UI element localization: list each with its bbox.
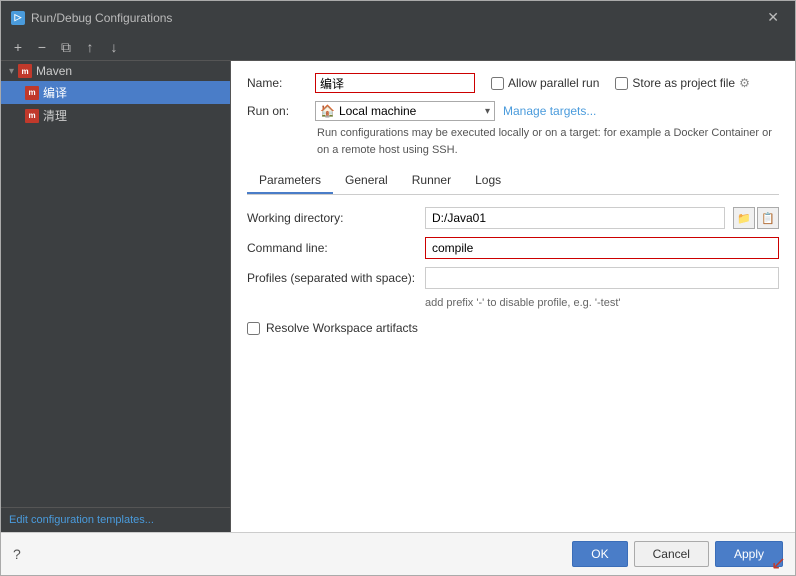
title-bar-left: ▷ Run/Debug Configurations xyxy=(11,11,172,25)
add-config-button[interactable]: + xyxy=(7,36,29,58)
move-down-button[interactable]: ↓ xyxy=(103,36,125,58)
parameters-section: Working directory: 📁 📋 Command line: Pro… xyxy=(247,207,779,335)
sidebar-list: ▾ m Maven m 编译 m 清理 xyxy=(1,61,230,507)
maven-item-icon-compile: m xyxy=(25,86,39,100)
sidebar-group-label: Maven xyxy=(36,64,72,78)
dialog-title: Run/Debug Configurations xyxy=(31,11,172,25)
apply-button[interactable]: Apply ↙ xyxy=(715,541,783,567)
dialog-icon: ▷ xyxy=(11,11,25,25)
browse-variables-button[interactable]: 📋 xyxy=(757,207,779,229)
working-directory-row: Working directory: 📁 📋 xyxy=(247,207,779,229)
dialog-footer: ? OK Cancel Apply ↙ xyxy=(1,532,795,575)
command-line-label: Command line: xyxy=(247,241,417,255)
profiles-label: Profiles (separated with space): xyxy=(247,271,417,285)
command-line-row: Command line: xyxy=(247,237,779,259)
sidebar: ▾ m Maven m 编译 m 清理 Edit configuration t… xyxy=(1,61,231,532)
ok-button[interactable]: OK xyxy=(572,541,627,567)
tab-logs[interactable]: Logs xyxy=(463,168,513,194)
name-row: Name: Allow parallel run Store as projec… xyxy=(247,73,779,93)
tab-general[interactable]: General xyxy=(333,168,400,194)
run-on-dropdown[interactable]: 🏠 Local machine ▾ xyxy=(315,101,495,121)
right-panel: Name: Allow parallel run Store as projec… xyxy=(231,61,795,532)
run-on-row: Run on: 🏠 Local machine ▾ Manage targets… xyxy=(247,101,779,121)
name-input[interactable] xyxy=(315,73,475,93)
run-debug-dialog: ▷ Run/Debug Configurations ✕ + − ⧉ ↑ ↓ ▾… xyxy=(0,0,796,576)
allow-parallel-checkbox[interactable] xyxy=(491,77,504,90)
allow-parallel-group: Allow parallel run xyxy=(491,76,599,90)
sidebar-group-maven: ▾ m Maven m 编译 m 清理 xyxy=(1,61,230,127)
help-icon: ? xyxy=(13,546,21,562)
resolve-workspace-row: Resolve Workspace artifacts xyxy=(247,321,779,335)
cancel-button[interactable]: Cancel xyxy=(634,541,709,567)
tab-bar: Parameters General Runner Logs xyxy=(247,168,779,195)
browse-folder-button[interactable]: 📁 xyxy=(733,207,755,229)
tab-parameters[interactable]: Parameters xyxy=(247,168,333,194)
main-content: ▾ m Maven m 编译 m 清理 Edit configuration t… xyxy=(1,61,795,532)
title-bar: ▷ Run/Debug Configurations ✕ xyxy=(1,1,795,34)
working-dir-buttons: 📁 📋 xyxy=(733,207,779,229)
store-as-project-label: Store as project file xyxy=(632,76,735,90)
close-button[interactable]: ✕ xyxy=(761,7,785,28)
chevron-down-icon: ▾ xyxy=(9,66,14,77)
run-on-value: Local machine xyxy=(339,104,416,118)
resolve-workspace-label: Resolve Workspace artifacts xyxy=(266,321,418,335)
sidebar-item-clean[interactable]: m 清理 xyxy=(1,104,230,127)
footer-buttons: OK Cancel Apply ↙ xyxy=(572,541,783,567)
sidebar-group-header-maven[interactable]: ▾ m Maven xyxy=(1,61,230,81)
maven-group-icon: m xyxy=(18,64,32,78)
remove-config-button[interactable]: − xyxy=(31,36,53,58)
resolve-workspace-checkbox[interactable] xyxy=(247,322,260,335)
working-directory-label: Working directory: xyxy=(247,211,417,225)
sidebar-item-compile[interactable]: m 编译 xyxy=(1,81,230,104)
copy-config-button[interactable]: ⧉ xyxy=(55,36,77,58)
working-directory-input[interactable] xyxy=(425,207,725,229)
store-settings-icon: ⚙ xyxy=(739,76,750,90)
store-as-project-checkbox[interactable] xyxy=(615,77,628,90)
run-on-description: Run configurations may be executed local… xyxy=(317,125,779,158)
manage-targets-link[interactable]: Manage targets... xyxy=(503,104,596,118)
dropdown-arrow-icon: ▾ xyxy=(485,106,490,117)
command-line-input[interactable] xyxy=(425,237,779,259)
profiles-row: Profiles (separated with space): xyxy=(247,267,779,289)
local-machine-icon: 🏠 xyxy=(320,104,335,118)
toolbar: + − ⧉ ↑ ↓ xyxy=(1,34,795,61)
maven-item-icon-clean: m xyxy=(25,109,39,123)
help-button[interactable]: ? xyxy=(13,546,21,562)
allow-parallel-label: Allow parallel run xyxy=(508,76,599,90)
tab-runner[interactable]: Runner xyxy=(400,168,463,194)
store-as-project-group: Store as project file ⚙ xyxy=(615,76,749,90)
apply-arrow-indicator: ↙ xyxy=(771,553,786,574)
sidebar-item-label-clean: 清理 xyxy=(43,107,67,124)
profiles-input[interactable] xyxy=(425,267,779,289)
run-on-label: Run on: xyxy=(247,104,307,118)
move-up-button[interactable]: ↑ xyxy=(79,36,101,58)
name-label: Name: xyxy=(247,76,307,90)
profiles-hint: add prefix '-' to disable profile, e.g. … xyxy=(425,297,779,309)
edit-templates-link[interactable]: Edit configuration templates... xyxy=(1,507,230,532)
sidebar-item-label-compile: 编译 xyxy=(43,84,67,101)
